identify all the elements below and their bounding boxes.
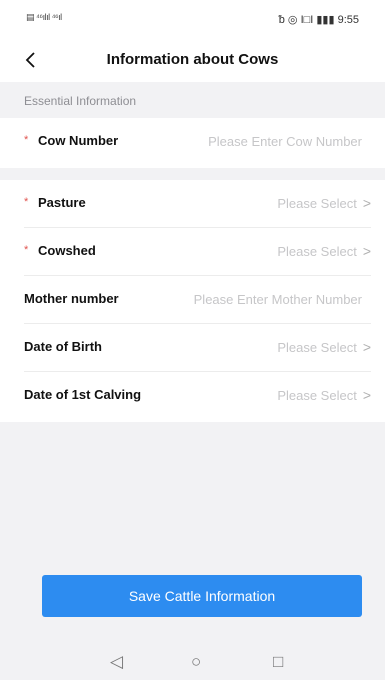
row-date-of-birth[interactable]: Date of Birth Please Select > <box>0 324 385 372</box>
pasture-select-value: Please Select <box>277 196 357 211</box>
row-date-first-calving[interactable]: Date of 1st Calving Please Select > <box>0 372 385 420</box>
nav-home-icon[interactable]: ○ <box>191 652 201 672</box>
save-cattle-button[interactable]: Save Cattle Information <box>42 575 362 617</box>
system-nav-bar: ◁ ○ □ <box>0 652 385 680</box>
form-group-cow-number: * Cow Number <box>0 118 385 168</box>
row-cowshed[interactable]: * Cowshed Please Select > <box>0 228 385 276</box>
date-first-calving-select[interactable]: Please Select > <box>277 387 371 403</box>
cow-number-label: Cow Number <box>38 133 119 148</box>
nav-back-icon[interactable]: ◁ <box>110 652 123 672</box>
app-header: Information about Cows <box>0 40 385 82</box>
row-cow-number: * Cow Number <box>0 118 385 166</box>
mother-number-input[interactable] <box>140 288 362 310</box>
chevron-right-icon: > <box>362 195 371 211</box>
status-icons-time: ᵬ ◎ I□I ▮▮▮ 9:55 <box>278 14 359 26</box>
chevron-right-icon: > <box>362 243 371 259</box>
chevron-right-icon: > <box>362 339 371 355</box>
required-marker: * <box>24 196 29 208</box>
cowshed-select[interactable]: Please Select > <box>277 243 371 259</box>
signal-icons: ▤ ⁴⁶ılıl ⁴⁶ıl <box>26 12 62 22</box>
page-title: Information about Cows <box>106 51 279 68</box>
pasture-select[interactable]: Please Select > <box>277 195 371 211</box>
pasture-label: Pasture <box>38 195 86 210</box>
status-bar: ▤ ⁴⁶ılıl ⁴⁶ıl ᵬ ◎ I□I ▮▮▮ 9:55 <box>0 0 385 40</box>
section-title: Essential Information <box>24 94 137 108</box>
required-marker: * <box>24 134 29 146</box>
cowshed-select-value: Please Select <box>277 244 357 259</box>
mother-number-label: Mother number <box>24 291 119 306</box>
chevron-right-icon: > <box>362 387 371 403</box>
form-group-details: * Pasture Please Select > * Cowshed Pleas… <box>0 180 385 422</box>
row-mother-number: Mother number <box>0 276 385 324</box>
section-header: Essential Information <box>0 82 385 118</box>
date-of-birth-select[interactable]: Please Select > <box>277 339 371 355</box>
cow-number-input[interactable] <box>150 130 362 152</box>
date-of-birth-label: Date of Birth <box>24 339 102 354</box>
required-marker: * <box>24 244 29 256</box>
cowshed-label: Cowshed <box>38 243 96 258</box>
nav-recent-icon[interactable]: □ <box>273 652 283 672</box>
date-first-calving-label: Date of 1st Calving <box>24 387 142 402</box>
date-of-birth-select-value: Please Select <box>277 340 357 355</box>
row-pasture[interactable]: * Pasture Please Select > <box>0 180 385 228</box>
date-first-calving-select-value: Please Select <box>277 388 357 403</box>
